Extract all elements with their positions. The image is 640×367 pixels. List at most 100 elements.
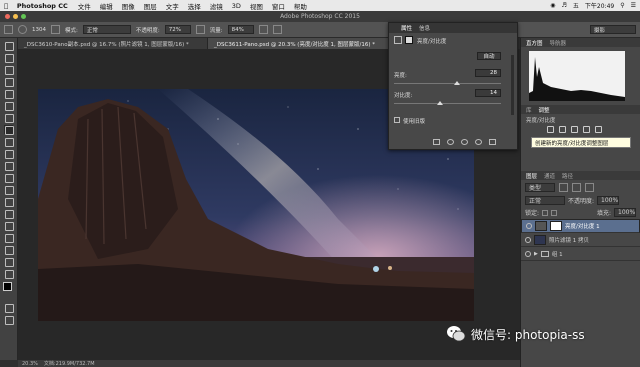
- eye-icon[interactable]: [525, 250, 531, 257]
- zoom-window-button[interactable]: [21, 14, 26, 19]
- brush-preset-icon[interactable]: [18, 25, 27, 34]
- blend-mode-select[interactable]: 正常: [525, 196, 565, 205]
- brightness-input[interactable]: 28: [475, 69, 501, 77]
- menu-filter[interactable]: 滤镜: [210, 1, 223, 11]
- tab-properties[interactable]: 属性: [401, 24, 412, 32]
- tab-channels[interactable]: 通道: [544, 172, 555, 180]
- curves-icon[interactable]: [571, 126, 578, 133]
- volume-icon[interactable]: ♬: [562, 2, 567, 9]
- pen-tool-icon[interactable]: [4, 209, 14, 219]
- menu-type[interactable]: 文字: [166, 1, 179, 11]
- view-previous-icon[interactable]: [447, 139, 454, 145]
- chevron-right-icon[interactable]: ▶: [534, 251, 538, 257]
- gradient-tool-icon[interactable]: [4, 173, 14, 183]
- workspace-select[interactable]: 摄影: [590, 25, 636, 34]
- screen-mode-icon[interactable]: [4, 315, 14, 325]
- marquee-tool-icon[interactable]: [4, 53, 14, 63]
- notification-icon[interactable]: ☰: [631, 2, 636, 9]
- history-brush-tool-icon[interactable]: [4, 149, 14, 159]
- reset-icon[interactable]: [461, 139, 468, 145]
- visibility-icon[interactable]: [475, 139, 482, 145]
- tab-histogram[interactable]: 直方图: [526, 39, 543, 47]
- hand-tool-icon[interactable]: [4, 257, 14, 267]
- contrast-slider-knob[interactable]: [436, 101, 443, 105]
- lock-pixels-icon[interactable]: [542, 209, 549, 216]
- clone-stamp-tool-icon[interactable]: [4, 137, 14, 147]
- lock-position-icon[interactable]: [551, 209, 558, 216]
- quick-mask-icon[interactable]: [4, 303, 14, 313]
- tab-paths[interactable]: 路径: [562, 172, 573, 180]
- shape-tool-icon[interactable]: [4, 245, 14, 255]
- wifi-icon[interactable]: ◉: [550, 2, 555, 9]
- lasso-tool-icon[interactable]: [4, 65, 14, 75]
- tab-libraries[interactable]: 库: [526, 106, 532, 114]
- tab-doc-2[interactable]: _DSC3611-Pano.psd @ 20.3% (亮度/对比度 1, 图层蒙…: [208, 38, 390, 49]
- eye-icon[interactable]: [525, 236, 531, 243]
- quick-select-tool-icon[interactable]: [4, 77, 14, 87]
- home-icon[interactable]: [4, 25, 13, 34]
- layer-filter-kind[interactable]: 类型: [525, 183, 555, 192]
- color-swatches[interactable]: [0, 282, 17, 300]
- tab-layers[interactable]: 图层: [526, 172, 537, 180]
- crop-tool-icon[interactable]: [4, 89, 14, 99]
- menu-layer[interactable]: 图层: [144, 1, 157, 11]
- dodge-tool-icon[interactable]: [4, 197, 14, 207]
- levels-icon[interactable]: [559, 126, 566, 133]
- app-menu[interactable]: Photoshop CC: [17, 2, 68, 10]
- layer-row[interactable]: ▶ 组 1: [521, 247, 640, 261]
- menu-edit[interactable]: 编辑: [100, 1, 113, 11]
- contrast-slider[interactable]: [394, 103, 501, 104]
- exposure-icon[interactable]: [583, 126, 590, 133]
- eyedropper-tool-icon[interactable]: [4, 101, 14, 111]
- fill-input[interactable]: 100%: [614, 208, 636, 217]
- clock-time[interactable]: 下午20:49: [585, 1, 614, 10]
- contrast-input[interactable]: 14: [475, 89, 501, 97]
- type-tool-icon[interactable]: [4, 221, 14, 231]
- brush-tool-icon[interactable]: [4, 125, 14, 135]
- auto-button[interactable]: 自动: [477, 52, 501, 60]
- brightness-contrast-icon[interactable]: [547, 126, 554, 133]
- opacity-input[interactable]: 72%: [164, 25, 191, 34]
- pressure-opacity-icon[interactable]: [195, 25, 205, 34]
- apple-icon[interactable]: : [4, 2, 8, 10]
- menu-help[interactable]: 帮助: [294, 1, 307, 11]
- layer-row[interactable]: 亮度/对比度 1: [521, 219, 640, 233]
- eraser-tool-icon[interactable]: [4, 161, 14, 171]
- menu-file[interactable]: 文件: [78, 1, 91, 11]
- tab-navigator[interactable]: 导航器: [550, 39, 567, 47]
- foreground-color[interactable]: [3, 282, 12, 291]
- brush-panel-icon[interactable]: [51, 25, 60, 34]
- layer-opacity-input[interactable]: 100%: [597, 196, 620, 205]
- move-tool-icon[interactable]: [4, 41, 14, 51]
- layer-row[interactable]: 照片滤镜 1 拷贝: [521, 233, 640, 247]
- menu-image[interactable]: 图像: [122, 1, 135, 11]
- airbrush-icon[interactable]: [258, 25, 268, 34]
- zoom-level[interactable]: 20.3%: [22, 361, 38, 367]
- blur-tool-icon[interactable]: [4, 185, 14, 195]
- filter-adjust-icon[interactable]: [572, 183, 581, 192]
- menu-window[interactable]: 窗口: [272, 1, 285, 11]
- close-window-button[interactable]: [5, 14, 10, 19]
- mode-select[interactable]: 正常: [82, 25, 131, 34]
- tab-info[interactable]: 信息: [419, 24, 430, 32]
- zoom-tool-icon[interactable]: [4, 269, 14, 279]
- spotlight-icon[interactable]: ⚲: [620, 2, 624, 9]
- tab-adjustments[interactable]: 调整: [539, 106, 550, 114]
- menu-view[interactable]: 视图: [250, 1, 263, 11]
- menu-select[interactable]: 选择: [188, 1, 201, 11]
- healing-tool-icon[interactable]: [4, 113, 14, 123]
- trash-icon[interactable]: [489, 139, 496, 145]
- properties-scrollbar[interactable]: [511, 55, 514, 115]
- pressure-size-icon[interactable]: [272, 25, 282, 34]
- mask-thumb[interactable]: [550, 221, 562, 231]
- eye-icon[interactable]: [526, 223, 532, 229]
- filter-pixel-icon[interactable]: [559, 183, 568, 192]
- clip-to-layer-icon[interactable]: [433, 139, 440, 145]
- menu-3d[interactable]: 3D: [232, 2, 241, 10]
- tab-doc-1[interactable]: _DSC3610-Pano副本.psd @ 16.7% (照片滤镜 1, 图层蒙…: [18, 38, 208, 49]
- vibrance-icon[interactable]: [595, 126, 602, 133]
- legacy-checkbox[interactable]: [394, 117, 400, 123]
- mask-icon[interactable]: [405, 36, 413, 44]
- brightness-slider-knob[interactable]: [454, 81, 461, 85]
- brightness-slider[interactable]: [394, 83, 501, 84]
